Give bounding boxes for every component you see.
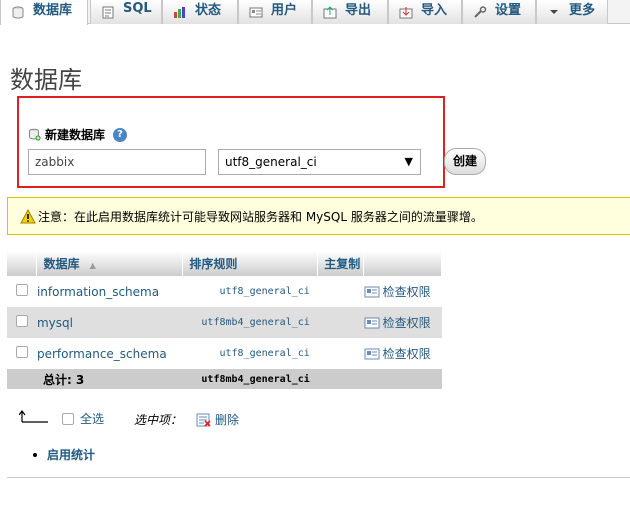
export-icon xyxy=(323,5,337,18)
header-master-replication: 主复制 xyxy=(317,251,365,276)
header-collation[interactable]: 排序规则 xyxy=(182,251,319,276)
help-icon[interactable]: ? xyxy=(113,127,128,142)
notice-text: 注意：在此启用数据库统计可能导致网站服务器和 MySQL 服务器之间的流量骤增。 xyxy=(38,209,483,224)
enable-statistics-item: 启用统计 xyxy=(33,446,95,463)
new-database-icon xyxy=(29,128,41,141)
status-icon xyxy=(174,6,185,18)
collation-select[interactable]: utf8_general_ci ▼ xyxy=(218,149,421,175)
tab-more[interactable]: 更多 xyxy=(536,0,608,24)
header-checkbox-cell xyxy=(7,251,38,276)
collation-cell: utf8_general_ci xyxy=(182,338,318,369)
bulk-actions xyxy=(19,409,49,423)
import-icon xyxy=(399,6,413,18)
table-header: 数据库 ▲ 排序规则 主复制 xyxy=(7,251,442,276)
table-row: mysql utf8mb4_general_ci 检查权限 xyxy=(7,307,442,338)
users-icon xyxy=(249,7,263,17)
create-button[interactable]: 创建 xyxy=(444,148,486,175)
warning-icon xyxy=(20,208,36,223)
tab-label: SQL xyxy=(123,0,152,16)
check-privileges-link[interactable]: 检查权限 xyxy=(364,283,442,300)
tab-sql[interactable]: SQL xyxy=(90,0,162,24)
select-all-label[interactable]: 全选 xyxy=(80,410,104,427)
enable-statistics-link[interactable]: 启用统计 xyxy=(47,446,95,463)
tab-databases[interactable]: 数据库 xyxy=(0,0,88,25)
check-privileges-link[interactable]: 检查权限 xyxy=(364,314,442,331)
create-database-heading: 新建数据库 ? xyxy=(28,126,128,143)
privileges-icon xyxy=(364,286,380,297)
header-database[interactable]: 数据库 ▲ xyxy=(36,251,184,276)
collation-value: utf8_general_ci xyxy=(225,155,317,169)
delete-icon xyxy=(196,413,211,427)
table-row: information_schema utf8_general_ci 检查权限 xyxy=(7,276,442,307)
action-label: 检查权限 xyxy=(382,285,431,299)
select-all-checkbox[interactable] xyxy=(62,412,74,425)
database-link[interactable]: mysql xyxy=(36,307,183,338)
tab-label: 数据库 xyxy=(33,3,73,18)
tab-label: 设置 xyxy=(495,2,522,18)
chevron-down-icon xyxy=(550,9,558,14)
delete-button[interactable]: 删除 xyxy=(196,411,239,428)
settings-icon xyxy=(474,5,487,18)
action-label: 检查权限 xyxy=(382,316,431,330)
database-table: 数据库 ▲ 排序规则 主复制 information_schema utf8_g… xyxy=(7,251,442,389)
row-checkbox[interactable] xyxy=(16,346,28,358)
tab-users[interactable]: 用户 xyxy=(238,0,312,24)
database-icon xyxy=(12,6,24,19)
sort-asc-icon: ▲ xyxy=(89,261,96,270)
tab-import[interactable]: 导入 xyxy=(388,0,462,24)
table-row: performance_schema utf8_general_ci 检查权限 xyxy=(7,338,442,369)
bullet-icon xyxy=(33,452,37,457)
privileges-icon xyxy=(364,317,380,328)
tab-settings[interactable]: 设置 xyxy=(462,0,536,24)
divider xyxy=(7,477,630,478)
tab-label: 导出 xyxy=(345,2,372,18)
collation-cell: utf8mb4_general_ci xyxy=(182,307,318,338)
table-total-row: 总计: 3 utf8mb4_general_ci xyxy=(7,369,442,389)
tab-status[interactable]: 状态 xyxy=(162,0,238,24)
tab-label: 用户 xyxy=(271,2,298,18)
action-label: 检查权限 xyxy=(382,347,431,361)
create-database-label: 新建数据库 xyxy=(45,128,106,142)
notice-banner: 注意：在此启用数据库统计可能导致网站服务器和 MySQL 服务器之间的流量骤增。 xyxy=(7,197,630,235)
collation-cell: utf8_general_ci xyxy=(182,276,318,307)
dropdown-arrow-icon: ▼ xyxy=(404,155,413,168)
tab-label: 状态 xyxy=(195,2,222,18)
tab-label: 更多 xyxy=(569,2,596,18)
database-link[interactable]: information_schema xyxy=(36,276,183,307)
total-label: 总计: 3 xyxy=(36,369,183,389)
tab-label: 导入 xyxy=(421,2,448,18)
arrow-up-left-icon xyxy=(19,410,48,423)
select-all-control[interactable]: 全选 xyxy=(62,410,104,427)
row-checkbox[interactable] xyxy=(16,284,28,296)
database-link[interactable]: performance_schema xyxy=(36,338,183,369)
database-name-input[interactable] xyxy=(28,149,206,175)
page-title: 数据库 xyxy=(10,66,82,94)
total-collation: utf8mb4_general_ci xyxy=(182,369,318,389)
privileges-icon xyxy=(364,348,380,359)
with-selected-label: 选中项： xyxy=(134,413,183,427)
tab-export[interactable]: 导出 xyxy=(312,0,388,24)
row-checkbox[interactable] xyxy=(16,315,28,327)
top-tab-bar: 数据库 SQL 状态 用户 导出 导入 设置 更多 xyxy=(0,0,630,25)
header-label: 数据库 xyxy=(43,257,80,271)
check-privileges-link[interactable]: 检查权限 xyxy=(364,345,442,362)
header-action xyxy=(363,251,442,276)
sql-icon xyxy=(102,6,114,18)
delete-label: 删除 xyxy=(215,413,240,427)
